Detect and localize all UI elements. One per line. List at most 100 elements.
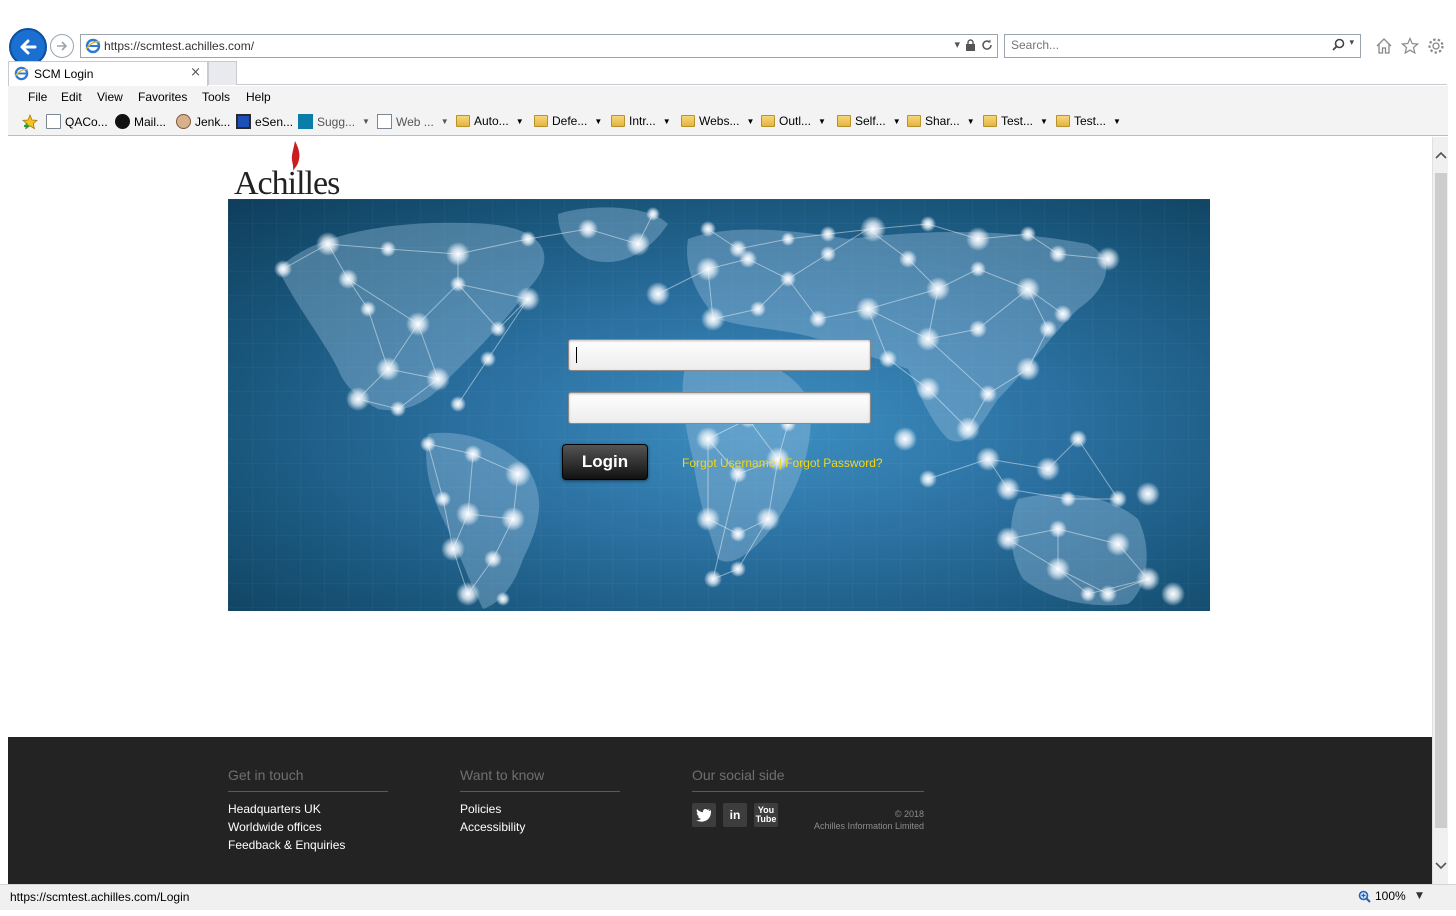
home-icon[interactable]	[1374, 36, 1394, 56]
forgot-username-link[interactable]: Forgot Username	[682, 456, 775, 470]
username-input[interactable]	[568, 339, 871, 371]
footer-link-worldwide-offices[interactable]: Worldwide offices	[228, 820, 388, 834]
fav-item-jenkins[interactable]: Jenk...	[176, 114, 230, 129]
caret-down-icon: ▼	[746, 116, 755, 126]
footer-link-policies[interactable]: Policies	[460, 802, 620, 816]
menu-favorites[interactable]: Favorites	[138, 90, 187, 104]
achilles-logo[interactable]: Achilles	[228, 139, 356, 202]
address-url: https://scmtest.achilles.com/	[104, 39, 255, 53]
menu-file[interactable]: File	[28, 90, 47, 104]
forgot-links: Forgot Username | Forgot Password?	[682, 456, 883, 470]
forward-button[interactable]	[50, 34, 74, 58]
caret-down-icon: ▼	[662, 116, 671, 126]
menu-edit[interactable]: Edit	[61, 90, 82, 104]
folder-icon	[681, 115, 695, 127]
tab-scm-login[interactable]: SCM Login ×	[8, 61, 208, 86]
footer-column-want-to-know: Want to know Policies Accessibility	[460, 767, 620, 834]
fav-item-qaco[interactable]: QACo...	[46, 114, 108, 129]
password-input[interactable]	[568, 392, 871, 424]
zoom-dropdown-icon[interactable]: ▼	[1416, 891, 1423, 901]
folder-icon	[837, 115, 851, 127]
folder-icon	[456, 115, 470, 127]
fav-item-esen[interactable]: eSen...	[236, 114, 293, 129]
menu-tools[interactable]: Tools	[202, 90, 230, 104]
fav-folder-webs[interactable]: Webs... ▼	[681, 114, 754, 128]
caret-down-icon: ▼	[362, 117, 370, 126]
page-footer: Get in touch Headquarters UK Worldwide o…	[8, 737, 1432, 884]
caret-down-icon: ▼	[892, 116, 901, 126]
folder-icon	[907, 115, 921, 127]
link-separator: |	[778, 456, 782, 470]
favorites-star-icon[interactable]	[1400, 36, 1420, 56]
vertical-scrollbar[interactable]	[1432, 137, 1448, 884]
folder-icon	[1056, 115, 1070, 127]
page-viewport: Achilles Login Forgot Username | Forgot …	[8, 137, 1432, 884]
caret-down-icon: ▼	[594, 116, 603, 126]
caret-down-icon: ▼	[440, 117, 449, 126]
caret-down-icon: ▼	[1113, 116, 1121, 126]
status-bar: https://scmtest.achilles.com/Login 100% …	[0, 884, 1456, 910]
menu-bar: File Edit View Favorites Tools Help	[8, 86, 1448, 108]
search-dropdown-icon[interactable]: ▾	[1349, 38, 1354, 51]
folder-icon	[611, 115, 625, 127]
caret-down-icon: ▼	[818, 116, 826, 126]
arrow-right-icon	[57, 41, 68, 51]
caret-down-icon: ▼	[966, 116, 975, 126]
footer-heading: Get in touch	[228, 767, 388, 792]
fav-item-sugg[interactable]: Sugg... ▼	[298, 114, 370, 129]
zoom-level: 100%	[1375, 889, 1406, 903]
fav-folder-test-1[interactable]: Test... ▼	[983, 114, 1048, 128]
fav-folder-test-2[interactable]: Test... ▼	[1056, 114, 1121, 128]
fav-folder-outl[interactable]: Outl... ▼	[761, 114, 826, 128]
fav-item-web[interactable]: Web ... ▼	[377, 114, 449, 129]
footer-link-headquarters[interactable]: Headquarters UK	[228, 802, 388, 816]
caret-down-icon: ▼	[515, 116, 524, 126]
browser-chrome: https://scmtest.achilles.com/ ▾ ▾ SCM Lo…	[0, 0, 1456, 137]
scroll-up-icon[interactable]	[1433, 137, 1449, 173]
fav-item-mail[interactable]: Mail...	[115, 114, 166, 129]
refresh-icon[interactable]	[981, 39, 993, 51]
fav-folder-defe[interactable]: Defe... ▼	[534, 114, 602, 128]
search-icon[interactable]	[1332, 38, 1345, 51]
forgot-password-link[interactable]: Forgot Password?	[785, 456, 882, 470]
ie-logo-icon	[85, 38, 101, 54]
youtube-icon[interactable]: You Tube	[754, 803, 778, 827]
scroll-down-icon[interactable]	[1433, 848, 1449, 884]
logo-text: Achilles	[234, 165, 340, 202]
status-url: https://scmtest.achilles.com/Login	[10, 890, 190, 904]
menu-view[interactable]: View	[97, 90, 123, 104]
copyright-owner: Achilles Information Limited	[813, 821, 924, 831]
scroll-thumb[interactable]	[1435, 173, 1447, 828]
footer-link-accessibility[interactable]: Accessibility	[460, 820, 620, 834]
address-bar[interactable]: https://scmtest.achilles.com/ ▾	[80, 34, 998, 58]
footer-heading: Our social side	[692, 767, 924, 792]
tab-close-icon[interactable]: ×	[190, 65, 201, 80]
zoom-control[interactable]: 100%	[1358, 889, 1406, 903]
text-cursor	[576, 347, 577, 363]
search-input[interactable]	[1011, 38, 1311, 52]
monitor-icon	[236, 114, 251, 129]
folder-icon	[983, 115, 997, 127]
fav-folder-auto[interactable]: Auto... ▼	[456, 114, 524, 128]
new-tab-button[interactable]	[208, 61, 237, 85]
lock-icon[interactable]	[965, 38, 976, 51]
linkedin-icon[interactable]: in	[723, 803, 747, 827]
menu-help[interactable]: Help	[246, 90, 271, 104]
search-box[interactable]: ▾	[1004, 34, 1361, 58]
fav-folder-shar[interactable]: Shar... ▼	[907, 114, 975, 128]
add-favorites-icon[interactable]	[22, 114, 38, 130]
folder-icon	[761, 115, 775, 127]
ie-page-icon	[46, 114, 61, 129]
footer-link-feedback[interactable]: Feedback & Enquiries	[228, 838, 388, 852]
footer-column-get-in-touch: Get in touch Headquarters UK Worldwide o…	[228, 767, 388, 852]
login-button[interactable]: Login	[562, 444, 648, 480]
footer-column-social: Our social side in You Tube © 2018 Achill…	[692, 767, 924, 831]
ie-page-icon	[377, 114, 392, 129]
github-icon	[115, 114, 130, 129]
fav-folder-intr[interactable]: Intr... ▼	[611, 114, 671, 128]
twitter-icon[interactable]	[692, 803, 716, 827]
settings-gear-icon[interactable]	[1426, 36, 1446, 56]
dropdown-arrow-icon[interactable]: ▾	[954, 38, 960, 51]
arrow-left-icon	[20, 39, 37, 55]
fav-folder-self[interactable]: Self... ▼	[837, 114, 901, 128]
